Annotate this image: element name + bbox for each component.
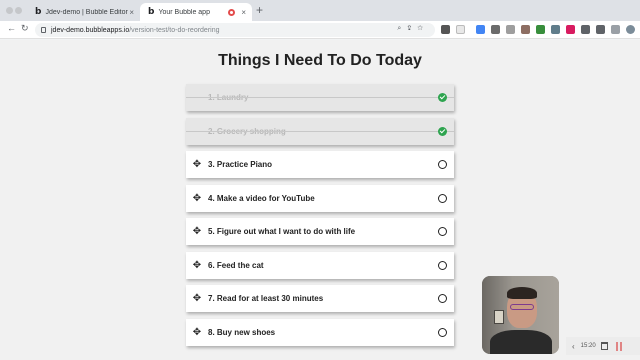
drag-handle-icon[interactable]: ✥	[186, 193, 208, 204]
tab-your-bubble-app[interactable]: b Your Bubble app ×	[140, 3, 252, 21]
close-tab-icon[interactable]: ×	[129, 8, 134, 17]
empty-circle-icon[interactable]	[438, 160, 447, 169]
tab-title: Your Bubble app	[158, 8, 210, 16]
extension-icon[interactable]	[551, 25, 560, 34]
drag-handle-icon[interactable]: ✥	[186, 159, 208, 170]
address-bar[interactable]: jdev-demo.bubbleapps.io /version-test/to…	[35, 23, 435, 37]
todo-item[interactable]: 2. Grocery shopping	[186, 117, 454, 145]
picture-frame	[494, 310, 504, 324]
url-path: /version-test/to-do-reordering	[129, 26, 220, 34]
extension-icon[interactable]	[491, 25, 500, 34]
url-host: jdev-demo.bubbleapps.io	[51, 26, 130, 34]
extension-icon[interactable]	[506, 25, 515, 34]
close-tab-icon[interactable]: ×	[241, 8, 246, 17]
bubble-favicon-icon: b	[35, 7, 42, 17]
extension-icon[interactable]	[581, 25, 590, 34]
tab-bubble-editor[interactable]: b Jdev-demo | Bubble Editor ×	[27, 3, 140, 21]
empty-circle-icon[interactable]	[438, 193, 447, 203]
recording-controls: ‹ 15:20	[566, 337, 640, 355]
tab-title: Jdev-demo | Bubble Editor	[45, 8, 128, 16]
sidebar-icon[interactable]	[611, 25, 620, 34]
extension-icon[interactable]	[521, 25, 530, 34]
puzzle-icon[interactable]	[596, 25, 605, 34]
empty-circle-icon[interactable]	[438, 327, 447, 337]
presenter-hair	[507, 287, 537, 299]
todo-item[interactable]: ✥ 3. Practice Piano	[186, 151, 454, 178]
checkmark-circle-icon[interactable]	[438, 126, 447, 136]
bubble-favicon-icon: b	[148, 7, 155, 17]
window-minimize-dot[interactable]	[15, 7, 22, 14]
strikethrough-line	[186, 97, 454, 98]
extension-icon[interactable]	[456, 25, 465, 34]
extension-icon[interactable]	[566, 25, 575, 34]
todo-item-label: 6. Feed the cat	[208, 260, 264, 270]
drag-handle-icon[interactable]: ✥	[186, 226, 208, 237]
checkmark-circle-icon[interactable]	[438, 93, 447, 102]
todo-item[interactable]: 1. Laundry	[186, 84, 454, 111]
todo-item[interactable]: ✥ 8. Buy new shoes	[186, 318, 454, 346]
window-close-dot[interactable]	[6, 7, 13, 14]
profile-avatar[interactable]	[626, 25, 635, 34]
extension-icon[interactable]	[536, 25, 545, 34]
extension-icon[interactable]	[441, 25, 450, 34]
recording-indicator-icon	[228, 8, 236, 16]
todo-item[interactable]: ✥ 5. Figure out what I want to do with li…	[186, 218, 454, 245]
chevron-left-icon[interactable]: ‹	[572, 342, 575, 351]
presenter-shirt	[490, 330, 552, 354]
empty-circle-icon[interactable]	[438, 260, 447, 270]
todo-item-label: 3. Practice Piano	[208, 160, 273, 169]
presenter-glasses	[510, 304, 534, 310]
todo-item[interactable]: ✥ 6. Feed the cat	[186, 251, 454, 279]
todo-item-label: 8. Buy new shoes	[208, 327, 276, 337]
drag-handle-icon[interactable]: ✥	[186, 327, 208, 338]
empty-circle-icon[interactable]	[438, 227, 447, 236]
todo-item[interactable]: ✥ 4. Make a video for YouTube	[186, 184, 454, 212]
page-title: Things I Need To Do Today	[218, 52, 422, 69]
todo-item-label: 7. Read for at least 30 minutes	[208, 294, 324, 303]
todo-item[interactable]: ✥ 7. Read for at least 30 minutes	[186, 285, 454, 312]
browser-tab-bar: b Jdev-demo | Bubble Editor × b Your Bub…	[0, 0, 640, 21]
lock-icon	[41, 27, 46, 33]
new-tab-button[interactable]: +	[256, 3, 263, 17]
omnibox-action-icons[interactable]: ⌕⇪☆	[397, 25, 429, 33]
todo-item-label: 4. Make a video for YouTube	[208, 193, 315, 203]
trash-icon[interactable]	[600, 342, 608, 350]
strikethrough-line	[186, 130, 454, 132]
webcam-overlay[interactable]	[482, 276, 559, 354]
empty-circle-icon[interactable]	[438, 294, 447, 303]
reload-icon[interactable]: ↻	[21, 23, 29, 34]
todo-item-label: 5. Figure out what I want to do with lif…	[208, 227, 356, 236]
browser-toolbar: ← ↻ jdev-demo.bubbleapps.io /version-tes…	[0, 21, 640, 39]
drag-handle-icon[interactable]: ✥	[186, 293, 208, 304]
pause-icon[interactable]	[615, 341, 622, 351]
extension-icon[interactable]	[476, 25, 485, 34]
recording-timer: 15:20	[580, 343, 596, 349]
back-arrow-icon[interactable]: ←	[7, 23, 16, 33]
todo-list: 1. Laundry2. Grocery shopping✥3. Practic…	[186, 84, 454, 352]
drag-handle-icon[interactable]: ✥	[186, 260, 208, 271]
